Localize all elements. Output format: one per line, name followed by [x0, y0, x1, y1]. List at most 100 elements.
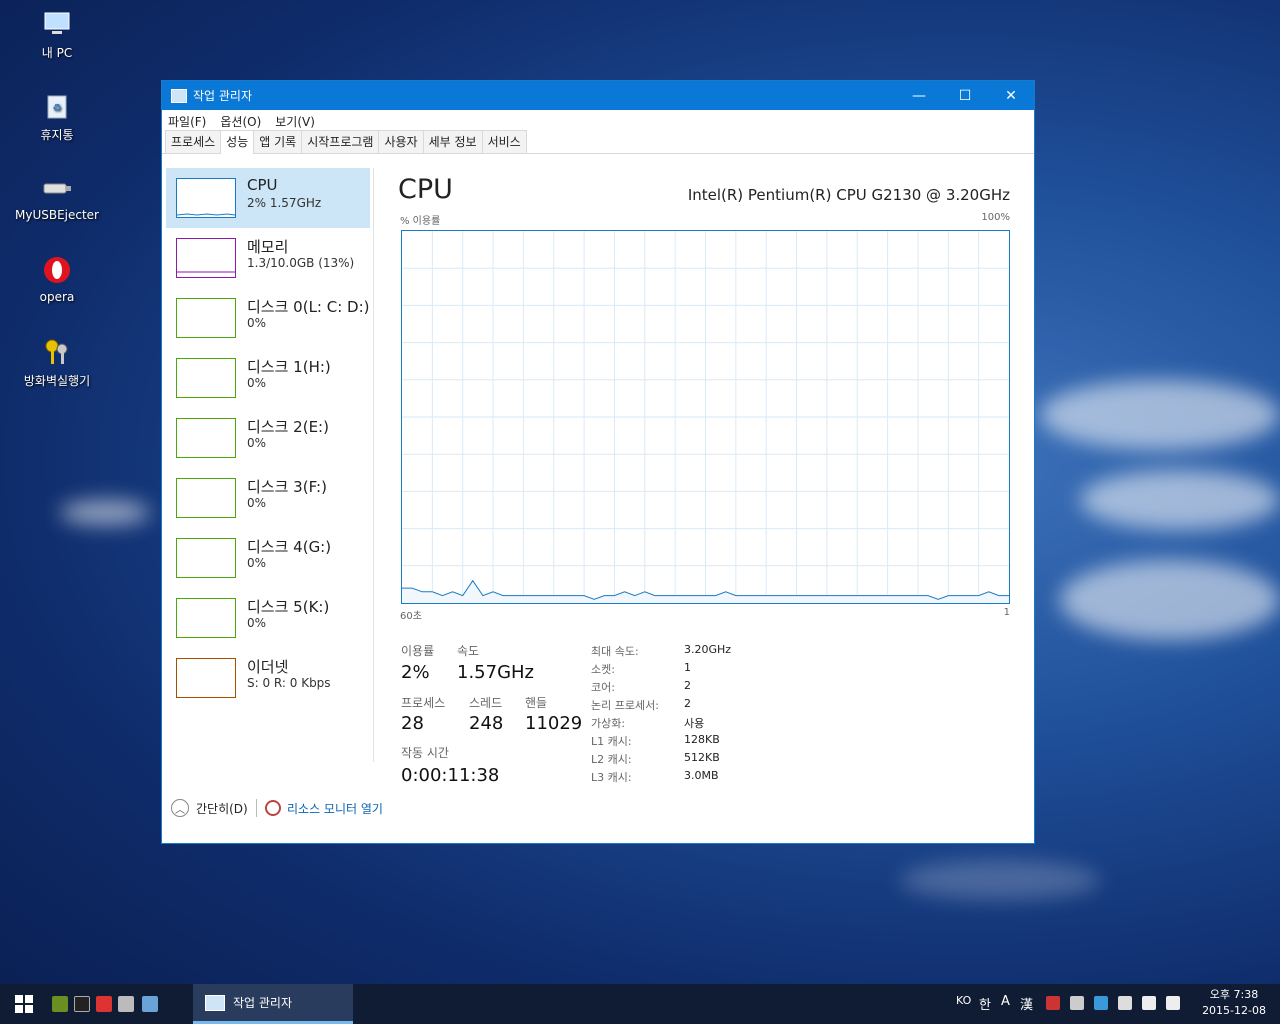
spec-label: 논리 프로세서: [591, 699, 659, 712]
spec-value: 1 [684, 661, 691, 674]
fewer-details-button[interactable]: 간단히(D) [196, 800, 248, 817]
tray-keyboard-icon[interactable] [1070, 996, 1084, 1010]
quicklaunch-network-icon[interactable] [118, 996, 134, 1012]
tray-app-icon[interactable] [1046, 996, 1060, 1010]
sidebar-item-value: S: 0 R: 0 Kbps [247, 676, 331, 690]
tab-startup[interactable]: 시작프로그램 [301, 130, 380, 153]
threads-value: 248 [469, 713, 504, 734]
menu-options[interactable]: 옵션(O) [220, 113, 261, 130]
sidebar-item-cpu[interactable]: CPU 2% 1.57GHz [166, 168, 370, 228]
tab-performance[interactable]: 성능 [220, 130, 255, 154]
spec-label: 최대 속도: [591, 645, 639, 658]
sidebar-item-disk-4[interactable]: 디스크 4(G:) 0% [166, 528, 370, 588]
processes-label: 프로세스 [401, 696, 446, 710]
menu-bar: 파일(F) 옵션(O) 보기(V) [162, 110, 1034, 132]
desktop-icon-label: 휴지통 [40, 128, 74, 142]
sidebar-item-disk-2[interactable]: 디스크 2(E:) 0% [166, 408, 370, 468]
sidebar-item-value: 0% [247, 496, 267, 510]
disk-thumbnail-graph [176, 418, 236, 458]
tab-details[interactable]: 세부 정보 [422, 130, 483, 153]
task-manager-icon [171, 88, 187, 103]
ime-alpha-toggle[interactable]: A [1001, 994, 1010, 1009]
sidebar-item-disk-0[interactable]: 디스크 0(L: C: D:) 0% [166, 288, 370, 348]
sidebar-item-value: 0% [247, 436, 267, 450]
open-resource-monitor-link[interactable]: 리소스 모니터 열기 [287, 800, 383, 817]
clock-time: 오후 7:38 [1209, 988, 1259, 1001]
taskbar-app-task-manager[interactable]: 작업 관리자 [193, 984, 353, 1024]
pane-divider[interactable] [373, 168, 374, 762]
volume-icon[interactable] [1166, 996, 1180, 1010]
recycle-bin-icon: ♻ [41, 90, 73, 122]
utilization-value: 2% [401, 662, 430, 683]
quicklaunch-app-icon[interactable] [52, 996, 68, 1012]
menu-file[interactable]: 파일(F) [168, 113, 206, 130]
spec-value: 2 [684, 679, 691, 692]
sidebar-item-value: 0% [247, 616, 267, 630]
speed-value: 1.57GHz [457, 662, 535, 683]
language-indicator[interactable]: KO [956, 994, 971, 1007]
memory-thumbnail-graph [176, 238, 236, 278]
taskbar-app-label: 작업 관리자 [233, 996, 293, 1010]
disk-thumbnail-graph [176, 598, 236, 638]
command-prompt-icon[interactable] [74, 996, 90, 1012]
sidebar-item-value: 1.3/10.0GB (13%) [247, 256, 355, 270]
tab-users[interactable]: 사용자 [378, 130, 424, 153]
spec-value: 128KB [684, 733, 720, 746]
processes-value: 28 [401, 713, 424, 734]
tab-processes[interactable]: 프로세스 [165, 130, 222, 153]
sidebar-item-label: 메모리 [247, 238, 289, 256]
sidebar-item-disk-5[interactable]: 디스크 5(K:) 0% [166, 588, 370, 648]
sidebar-item-value: 0% [247, 556, 267, 570]
tab-app-history[interactable]: 앱 기록 [253, 130, 303, 153]
graph-y-max-label: 100% [981, 212, 1010, 223]
sidebar-item-label: 디스크 5(K:) [247, 598, 330, 616]
graph-y-label: % 이용률 [400, 216, 441, 227]
close-button[interactable]: ✕ [988, 81, 1034, 110]
desktop-icon-firewall[interactable]: 방화벽실행기 [10, 336, 104, 389]
footer-bar: ︿ 간단히(D) 리소스 모니터 열기 [162, 771, 1034, 843]
computer-icon [41, 8, 73, 40]
desktop-icon-opera[interactable]: opera [10, 254, 104, 304]
performance-content: CPU 2% 1.57GHz 메모리 1.3/10.0GB (13%) 디스크 … [162, 156, 1034, 786]
clock-date: 2015-12-08 [1202, 1004, 1266, 1017]
desktop-icon-label: opera [39, 290, 75, 304]
desktop-icon-my-pc[interactable]: 내 PC [10, 8, 104, 61]
chevron-up-icon[interactable]: ︿ [171, 799, 189, 817]
minimize-button[interactable]: — [896, 81, 942, 110]
desktop-icon-label: 내 PC [41, 46, 73, 60]
threads-label: 스레드 [469, 696, 503, 710]
taskbar: 작업 관리자 KO 한 A 漢 오후 7:38 2015-12-08 [0, 984, 1280, 1024]
task-manager-icon [205, 994, 225, 1011]
sidebar-item-disk-1[interactable]: 디스크 1(H:) 0% [166, 348, 370, 408]
desktop-icon-usb-ejecter[interactable]: MyUSBEjecter [10, 172, 104, 222]
sidebar-item-memory[interactable]: 메모리 1.3/10.0GB (13%) [166, 228, 370, 288]
sidebar-item-label: 디스크 1(H:) [247, 358, 331, 376]
quicklaunch-media-icon[interactable] [96, 996, 112, 1012]
sidebar-item-label: 디스크 4(G:) [247, 538, 332, 556]
handles-label: 핸들 [525, 696, 548, 710]
task-manager-window: 작업 관리자 — ☐ ✕ 파일(F) 옵션(O) 보기(V) 프로세스 성능 앱… [161, 80, 1035, 844]
quicklaunch-paint-icon[interactable] [142, 996, 158, 1012]
keys-icon [41, 336, 73, 368]
desktop-icon-recycle-bin[interactable]: ♻ 휴지통 [10, 90, 104, 143]
network-icon[interactable] [1142, 996, 1156, 1010]
spec-value: 512KB [684, 751, 720, 764]
tray-usb-icon[interactable] [1118, 996, 1132, 1010]
title-bar[interactable]: 작업 관리자 — ☐ ✕ [162, 81, 1034, 110]
tray-network-manager-icon[interactable] [1094, 996, 1108, 1010]
desktop-icon-label: 방화벽실행기 [23, 374, 91, 388]
maximize-button[interactable]: ☐ [942, 81, 988, 110]
tab-services[interactable]: 서비스 [481, 130, 527, 153]
start-button[interactable] [0, 984, 48, 1024]
svg-text:♻: ♻ [53, 103, 62, 114]
menu-view[interactable]: 보기(V) [275, 113, 315, 130]
disk-thumbnail-graph [176, 538, 236, 578]
system-clock[interactable]: 오후 7:38 2015-12-08 [1202, 987, 1266, 1019]
sidebar-item-ethernet[interactable]: 이더넷 S: 0 R: 0 Kbps [166, 648, 370, 708]
sidebar-item-disk-3[interactable]: 디스크 3(F:) 0% [166, 468, 370, 528]
spec-label: 소켓: [591, 663, 615, 676]
sidebar-item-label: 디스크 0(L: C: D:) [247, 298, 370, 316]
ime-hangul-toggle[interactable]: 한 [979, 994, 991, 1013]
sidebar-item-label: 이더넷 [247, 658, 289, 676]
ime-hanja-toggle[interactable]: 漢 [1020, 994, 1033, 1013]
